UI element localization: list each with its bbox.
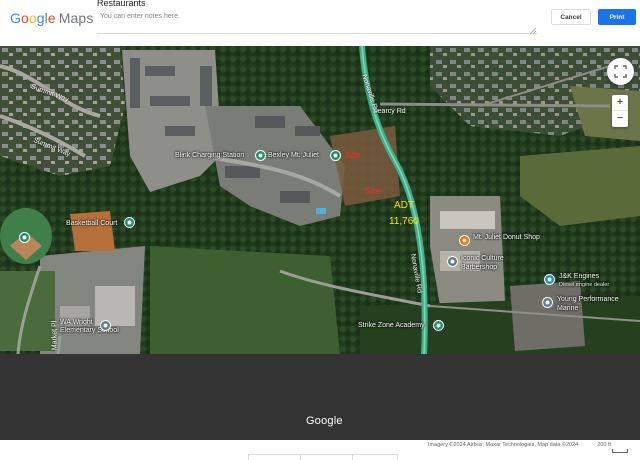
site-annotation-1: Site: [345, 150, 361, 160]
map-pin-icon[interactable]: [19, 232, 30, 243]
place-label-iconic-1[interactable]: Iconic Culture: [461, 255, 504, 263]
place-label-bexley[interactable]: Bexley Mt. Juliet: [268, 152, 319, 160]
place-label-jk[interactable]: J&K Engines: [559, 273, 599, 281]
map-pin-icon[interactable]: [433, 320, 444, 331]
notes-textarea[interactable]: [97, 10, 537, 34]
satellite-map[interactable]: Summit Way Summit Way Searcy Rd Nonavill…: [0, 46, 640, 354]
place-label-young-2[interactable]: Marine: [557, 305, 578, 313]
google-maps-logo: Google Maps: [10, 10, 93, 26]
place-label-basketball[interactable]: Basketball Court: [66, 220, 117, 228]
place-label-jk-sub: Diesel engine dealer: [559, 282, 610, 288]
satellite-imagery: [0, 46, 640, 354]
road-label-market-pl: Market Pl: [51, 320, 59, 351]
adt-value: 11,760: [389, 216, 419, 227]
print-button[interactable]: Print: [598, 9, 636, 25]
notes-title: Restaurants: [97, 0, 146, 8]
place-label-donut[interactable]: Mt. Juliet Donut Shop: [473, 234, 540, 242]
map-pin-icon[interactable]: [459, 235, 470, 246]
place-label-blink[interactable]: Blink Charging Station: [175, 152, 244, 160]
map-pin-icon[interactable]: [330, 150, 341, 161]
map-bottom-band: Google: [0, 354, 640, 440]
map-pin-icon[interactable]: [447, 256, 458, 267]
map-pin-icon[interactable]: [100, 320, 111, 331]
print-preview-page: GoogleMaps Restaurants Cancel Print: [0, 0, 640, 460]
print-header: GoogleMaps Restaurants Cancel Print: [0, 0, 640, 46]
place-label-young-1[interactable]: Young Performance: [557, 296, 619, 304]
page-tab-strip: [248, 454, 398, 460]
zoom-in-button[interactable]: +: [612, 95, 628, 111]
map-pin-icon[interactable]: [544, 274, 555, 285]
fullscreen-icon: [614, 65, 627, 78]
zoom-out-button[interactable]: −: [612, 110, 628, 126]
zoom-controls: + −: [612, 95, 628, 127]
imagery-credits: Imagery ©2024 Airbus, Maxar Technologies…: [428, 442, 611, 448]
logo-google-text: Google: [10, 10, 56, 26]
map-pin-icon[interactable]: [542, 297, 553, 308]
map-pin-icon[interactable]: [255, 150, 266, 161]
resize-grip-icon[interactable]: [528, 28, 536, 34]
map-footer: Imagery ©2024 Airbus, Maxar Technologies…: [0, 440, 640, 460]
site-annotation-2: Site: [365, 186, 381, 196]
adt-label: ADT: [394, 200, 414, 211]
scale-bar: [612, 449, 628, 453]
credits-text: Imagery ©2024 Airbus, Maxar Technologies…: [428, 442, 579, 448]
map-pin-icon[interactable]: [124, 217, 135, 228]
place-label-strike[interactable]: Strike Zone Academy: [358, 322, 425, 330]
place-label-wa-wright-1[interactable]: WA Wright: [60, 319, 93, 327]
google-watermark: Google: [306, 415, 343, 427]
fullscreen-button[interactable]: [607, 58, 634, 85]
logo-maps-text: Maps: [58, 10, 94, 26]
scale-label: 200 ft: [597, 442, 612, 448]
cancel-button[interactable]: Cancel: [551, 9, 591, 25]
place-label-iconic-2[interactable]: Barbershop: [461, 264, 497, 272]
